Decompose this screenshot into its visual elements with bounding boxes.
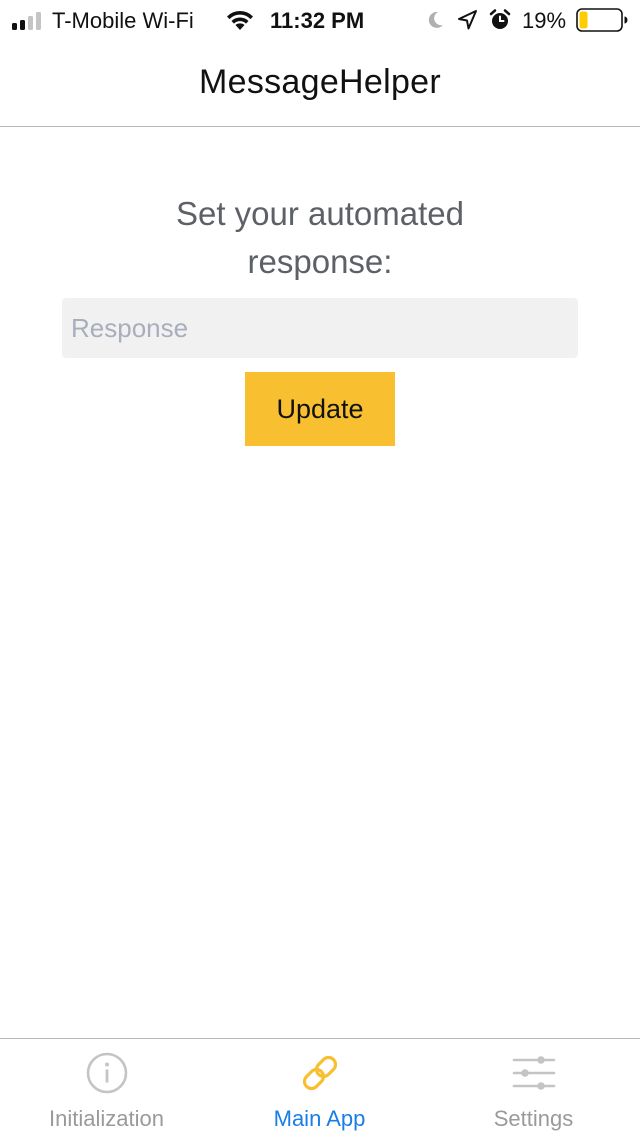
status-time: 11:32 PM xyxy=(270,8,365,33)
battery-percent: 19% xyxy=(522,8,567,33)
wifi-icon xyxy=(227,10,253,30)
signal-icon xyxy=(12,12,46,30)
carrier-name: T-Mobile Wi-Fi xyxy=(52,8,194,33)
tab-main-app-label: Main App xyxy=(273,1106,366,1131)
tab-bar: Initialization Main App Settings xyxy=(0,1038,640,1136)
tab-initialization[interactable]: Initialization xyxy=(0,1039,213,1137)
sliders-icon xyxy=(512,1056,555,1090)
link-icon xyxy=(302,1055,337,1091)
battery-icon xyxy=(576,8,628,32)
navigation-bar: MessageHelper xyxy=(0,40,640,127)
info-icon xyxy=(86,1052,127,1094)
response-prompt: Set your automated response: xyxy=(175,195,464,280)
page-title: MessageHelper xyxy=(198,63,442,101)
location-arrow-icon xyxy=(458,10,477,30)
status-bar: T-Mobile Wi-Fi 11:32 PM 19% xyxy=(0,0,640,40)
response-input[interactable] xyxy=(62,298,578,358)
alarm-icon xyxy=(489,9,511,29)
tab-settings[interactable]: Settings xyxy=(427,1039,640,1137)
tab-settings-label: Settings xyxy=(493,1106,574,1131)
update-button[interactable]: Update xyxy=(245,372,395,446)
tab-initialization-label: Initialization xyxy=(49,1106,164,1131)
tab-main-app[interactable]: Main App xyxy=(213,1039,426,1137)
moon-icon xyxy=(428,11,443,28)
